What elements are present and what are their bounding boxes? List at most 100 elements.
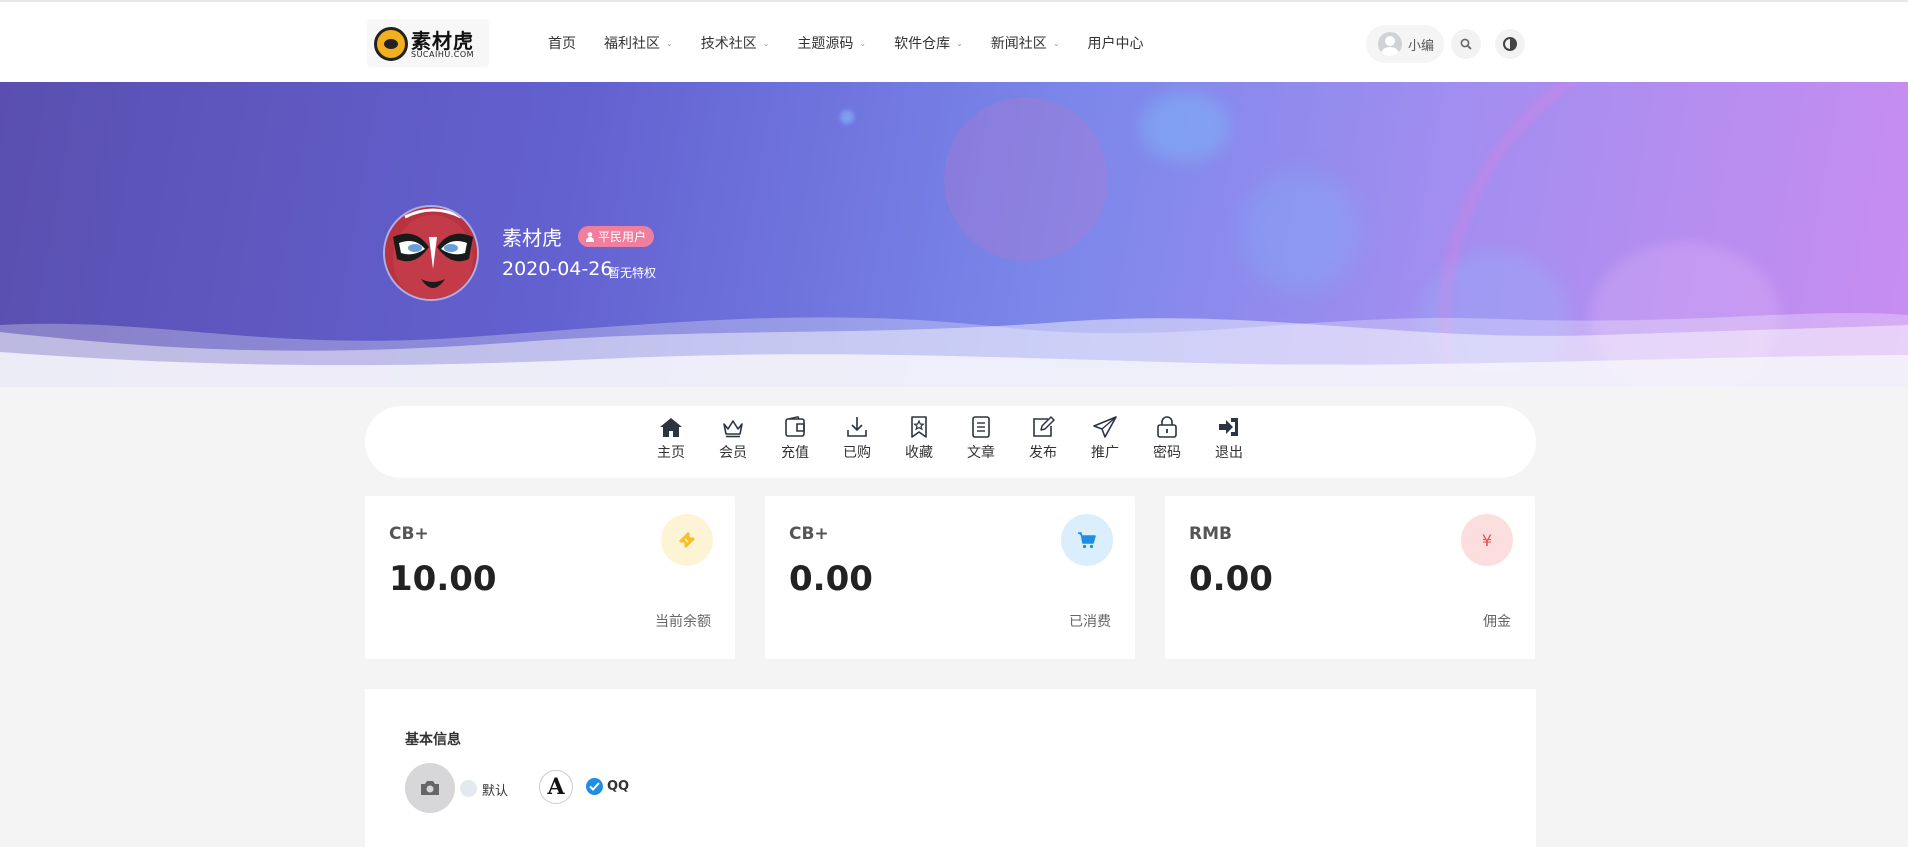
wallet-icon bbox=[785, 416, 805, 437]
radio-qq-checked[interactable] bbox=[586, 778, 603, 795]
chevron-down-icon: ⌄ bbox=[859, 38, 867, 48]
toolbar-label: 收藏 bbox=[905, 445, 933, 461]
card-unit: CB+ bbox=[789, 524, 829, 544]
toolbar-home[interactable]: 主页 bbox=[645, 416, 697, 462]
spent-card: CB+ 0.00 已消费 bbox=[765, 496, 1135, 659]
card-value: 10.00 bbox=[389, 559, 497, 599]
bookmark-star-icon bbox=[911, 416, 927, 438]
bokeh-decoration bbox=[840, 110, 854, 124]
toolbar-label: 退出 bbox=[1215, 445, 1243, 461]
qq-avatar-glyph: A bbox=[547, 774, 565, 800]
card-icon-wrap bbox=[1061, 514, 1113, 566]
commission-card: RMB 0.00 佣金 ¥ bbox=[1165, 496, 1535, 659]
bokeh-decoration bbox=[1240, 172, 1360, 292]
registration-date: 2020-04-26 bbox=[502, 258, 613, 280]
user-avatar-icon bbox=[1378, 32, 1402, 56]
check-icon bbox=[589, 782, 600, 791]
user-toolbar: 主页 会员 充值 已购 收藏 文章 发布 推广 密码 退出 bbox=[365, 406, 1536, 478]
toolbar-password[interactable]: 密码 bbox=[1141, 416, 1193, 462]
card-caption: 当前余额 bbox=[655, 614, 711, 630]
card-unit: CB+ bbox=[389, 524, 429, 544]
toolbar-favorites[interactable]: 收藏 bbox=[893, 416, 945, 462]
profile-username: 素材虎 bbox=[502, 226, 562, 250]
card-value: 0.00 bbox=[1189, 559, 1273, 599]
opera-mask-avatar-icon bbox=[385, 207, 477, 299]
toolbar-articles[interactable]: 文章 bbox=[955, 416, 1007, 462]
toolbar-label: 文章 bbox=[967, 445, 995, 461]
option-label-default: 默认 bbox=[482, 784, 509, 799]
chevron-down-icon: ⌄ bbox=[666, 38, 673, 48]
search-button[interactable] bbox=[1451, 29, 1481, 59]
ticket-icon bbox=[679, 532, 695, 548]
toolbar-label: 会员 bbox=[719, 445, 747, 461]
nav-label: 软件仓库 bbox=[894, 36, 951, 52]
nav-label: 首页 bbox=[548, 36, 576, 52]
qq-avatar-option[interactable]: A bbox=[539, 770, 573, 804]
toolbar-label: 发布 bbox=[1029, 445, 1057, 461]
user-icon bbox=[586, 231, 594, 242]
tiger-eye-logo-icon bbox=[374, 27, 408, 61]
crown-icon bbox=[723, 420, 743, 438]
card-caption: 已消费 bbox=[1069, 614, 1111, 630]
theme-toggle-button[interactable] bbox=[1495, 29, 1525, 59]
chevron-down-icon: ⌄ bbox=[1052, 38, 1060, 48]
bokeh-decoration bbox=[1140, 92, 1230, 162]
toolbar-label: 充值 bbox=[781, 445, 809, 461]
paper-plane-icon bbox=[1093, 416, 1117, 438]
balance-card: CB+ 10.00 当前余额 bbox=[365, 496, 735, 659]
yen-icon: ¥ bbox=[1461, 514, 1513, 566]
nav-label: 技术社区 bbox=[700, 36, 757, 52]
search-icon bbox=[1460, 38, 1472, 50]
toolbar-logout[interactable]: 退出 bbox=[1203, 416, 1255, 462]
edit-icon bbox=[1033, 416, 1055, 437]
chevron-down-icon: ⌄ bbox=[762, 38, 770, 48]
privilege-text: 暂无特权 bbox=[608, 266, 657, 280]
card-unit: RMB bbox=[1189, 524, 1232, 544]
sign-out-icon bbox=[1219, 418, 1238, 436]
user-name: 小编 bbox=[1408, 38, 1435, 54]
option-label-qq: QQ bbox=[607, 779, 630, 794]
site-logo[interactable]: 素材虎 SUCAIHU.COM bbox=[367, 19, 489, 67]
user-avatar[interactable] bbox=[383, 205, 479, 301]
home-icon bbox=[660, 418, 682, 437]
nav-label: 新闻社区 bbox=[990, 36, 1047, 52]
nav-item-news[interactable]: 新闻社区 ⌄ bbox=[991, 33, 1060, 53]
bokeh-decoration bbox=[944, 97, 1108, 261]
toolbar-membership[interactable]: 会员 bbox=[707, 416, 759, 462]
toolbar-promote[interactable]: 推广 bbox=[1079, 416, 1131, 462]
toolbar-label: 主页 bbox=[657, 445, 685, 461]
main-nav: 首页 福利社区 ⌄ 技术社区 ⌄ 主题源码 ⌄ 软件仓库 ⌄ 新闻社区 ⌄ 用户中心 bbox=[548, 32, 1172, 54]
default-avatar-option[interactable] bbox=[405, 763, 455, 813]
wave-decoration bbox=[0, 312, 1908, 387]
camera-icon bbox=[421, 781, 439, 795]
nav-label: 用户中心 bbox=[1087, 36, 1144, 52]
section-title: 基本信息 bbox=[405, 732, 461, 748]
theme-toggle-icon bbox=[1503, 37, 1517, 51]
nav-item-welfare[interactable]: 福利社区 ⌄ bbox=[604, 33, 673, 53]
user-menu-button[interactable]: 小编 bbox=[1366, 25, 1444, 63]
card-value: 0.00 bbox=[789, 559, 873, 599]
chevron-down-icon: ⌄ bbox=[956, 38, 963, 48]
basic-info-panel: 基本信息 默认 A QQ bbox=[365, 689, 1536, 847]
card-icon-wrap bbox=[661, 514, 713, 566]
toolbar-label: 推广 bbox=[1091, 445, 1119, 461]
logo-subtext: SUCAIHU.COM bbox=[411, 50, 475, 59]
badge-label: 平民用户 bbox=[598, 230, 647, 244]
card-caption: 佣金 bbox=[1483, 614, 1511, 630]
document-icon bbox=[972, 416, 990, 438]
nav-item-user-center[interactable]: 用户中心 bbox=[1088, 33, 1144, 53]
toolbar-publish[interactable]: 发布 bbox=[1017, 416, 1069, 462]
nav-item-software[interactable]: 软件仓库 ⌄ bbox=[894, 33, 963, 53]
nav-item-themes[interactable]: 主题源码 ⌄ bbox=[797, 33, 866, 53]
nav-item-tech[interactable]: 技术社区 ⌄ bbox=[701, 33, 770, 53]
toolbar-recharge[interactable]: 充值 bbox=[769, 416, 821, 462]
toolbar-label: 已购 bbox=[843, 445, 871, 461]
toolbar-purchased[interactable]: 已购 bbox=[831, 416, 883, 462]
nav-item-home[interactable]: 首页 bbox=[548, 33, 576, 53]
lock-icon bbox=[1157, 416, 1177, 438]
top-header: 素材虎 SUCAIHU.COM 首页 福利社区 ⌄ 技术社区 ⌄ 主题源码 ⌄ 软件仓… bbox=[0, 0, 1908, 82]
radio-default[interactable] bbox=[460, 780, 477, 797]
user-level-badge: 平民用户 bbox=[578, 226, 655, 247]
toolbar-label: 密码 bbox=[1153, 445, 1181, 461]
nav-label: 主题源码 bbox=[797, 36, 854, 52]
